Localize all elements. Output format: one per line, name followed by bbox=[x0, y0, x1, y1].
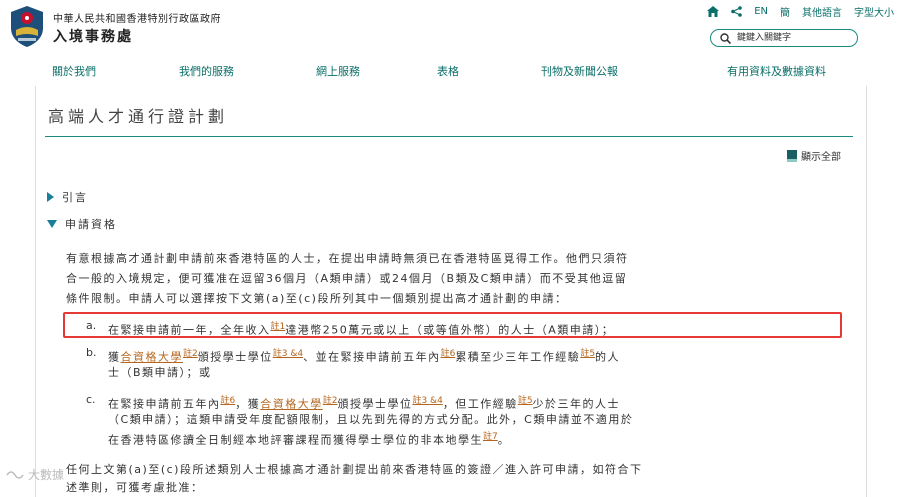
footnote-link[interactable]: 註7 bbox=[483, 432, 498, 442]
intro-paragraph-line: 有意根據高才通計劃申請前來香港特區的人士，在提出申請時無須已在香港特區覓得工作。… bbox=[66, 252, 629, 265]
page-title: 高端人才通行證計劃 bbox=[48, 107, 229, 126]
search-icon bbox=[720, 33, 731, 44]
top-utility-links: EN 簡 其他語言 字型大小 bbox=[707, 4, 894, 19]
closing-paragraph-line: 任何上文第(a)至(c)段所述類別人士根據高才通計劃提出前來香港特區的簽證／進入… bbox=[66, 463, 643, 476]
item-b-text-line2: 士（B類申請）；或 bbox=[108, 366, 212, 379]
item-c-text-line2: （C類申請）；這類申請受年度配額限制，且以先到先得的方式分配。此外，C類申請並不… bbox=[108, 413, 634, 426]
content-frame-right bbox=[866, 86, 867, 497]
lang-sc-link[interactable]: 簡 bbox=[780, 4, 790, 19]
show-all-toggle[interactable]: 顯示全部 bbox=[787, 148, 841, 163]
section-intro[interactable]: 引言 bbox=[47, 189, 88, 205]
item-b-text-part: 頒授學士學位 bbox=[197, 350, 273, 364]
nav-publications-press[interactable]: 刊物及新聞公報 bbox=[541, 63, 618, 79]
item-c-text-part: 在緊接申請前五年內 bbox=[108, 397, 221, 411]
item-c-marker: c. bbox=[86, 393, 96, 406]
expand-all-icon bbox=[787, 149, 797, 162]
item-b-text-part: 獲 bbox=[108, 350, 121, 364]
other-language-link[interactable]: 其他語言 bbox=[802, 4, 842, 19]
intro-paragraph-line: 合一般的入境規定，便可獲准在逗留36個月（A類申請）或24個月（B類及C類申請）… bbox=[66, 272, 628, 285]
footnote-link[interactable]: 註1 bbox=[271, 322, 286, 332]
footnote-link[interactable]: 註3 &4 bbox=[412, 396, 442, 406]
nav-e-services[interactable]: 網上服務 bbox=[316, 63, 360, 79]
item-c-text-part: 頒授學士學位 bbox=[337, 397, 413, 411]
footnote-link[interactable]: 註5 bbox=[518, 396, 533, 406]
site-header: 中華人民共和國香港特別行政區政府 入境事務處 EN 簡 其他語言 字型大小 bbox=[0, 0, 900, 58]
nav-forms[interactable]: 表格 bbox=[437, 63, 459, 79]
item-b-text-part: 、並在緊接申請前五年內 bbox=[303, 350, 441, 364]
footnote-link[interactable]: 註6 bbox=[221, 396, 236, 406]
qualified-university-link[interactable]: 合資格大學 bbox=[260, 398, 323, 411]
home-icon[interactable] bbox=[707, 6, 720, 17]
main-nav: 關於我們 我們的服務 網上服務 表格 刊物及新聞公報 有用資料及數據資料 bbox=[0, 58, 900, 84]
government-name: 中華人民共和國香港特別行政區政府 bbox=[53, 14, 221, 25]
search-box[interactable] bbox=[710, 29, 858, 47]
section-eligibility-label: 申請資格 bbox=[65, 218, 117, 231]
item-b-text: 獲合資格大學註2頒授學士學位註3 &4、並在緊接申請前五年內註6累積至少三年工作… bbox=[108, 346, 620, 365]
content-frame-left bbox=[35, 86, 36, 497]
item-b-text-part: 的人 bbox=[595, 350, 621, 364]
collapsed-arrow-icon bbox=[47, 192, 54, 202]
immd-emblem-icon[interactable] bbox=[8, 4, 46, 48]
footnote-link[interactable]: 註2 bbox=[323, 396, 338, 406]
item-b-text-part: 累積至少三年工作經驗 bbox=[455, 350, 581, 364]
expanded-arrow-icon bbox=[47, 220, 57, 228]
item-a-marker: a. bbox=[86, 319, 97, 332]
watermark-logo-icon bbox=[6, 470, 24, 479]
item-b-marker: b. bbox=[86, 346, 97, 359]
nav-useful-info-statistics[interactable]: 有用資料及數據資料 bbox=[727, 63, 826, 79]
item-c-text: 在緊接申請前五年內註6，獲合資格大學註2頒授學士學位註3 &4，但工作經驗註5少… bbox=[108, 393, 620, 412]
item-c-text-part: ，但工作經驗 bbox=[442, 397, 518, 411]
nav-about-us[interactable]: 關於我們 bbox=[52, 63, 96, 79]
show-all-label: 顯示全部 bbox=[801, 152, 841, 163]
section-intro-label: 引言 bbox=[62, 191, 88, 204]
footnote-link[interactable]: 註5 bbox=[580, 349, 595, 359]
title-divider bbox=[45, 136, 853, 137]
lang-en-link[interactable]: EN bbox=[754, 6, 768, 17]
item-a-text-part: 達港幣250萬元或以上（或等值外幣）的人士（A類申請）； bbox=[285, 323, 615, 337]
section-eligibility[interactable]: 申請資格 bbox=[47, 216, 117, 232]
item-c-text-part: 少於三年的人士 bbox=[532, 397, 621, 411]
font-size-link[interactable]: 字型大小 bbox=[854, 4, 894, 19]
nav-our-services[interactable]: 我們的服務 bbox=[179, 63, 234, 79]
department-name[interactable]: 入境事務處 bbox=[53, 26, 133, 46]
item-a-text: 在緊接申請前一年，全年收入註1達港幣250萬元或以上（或等值外幣）的人士（A類申… bbox=[108, 319, 614, 338]
item-c-text-part: 。 bbox=[497, 433, 511, 447]
item-c-text-line3: 在香港特區修讀全日制經本地評審課程而獲得學士學位的非本地學生註7。 bbox=[108, 429, 510, 448]
watermark: 大數據 bbox=[6, 466, 64, 483]
item-c-text-part: ，獲 bbox=[235, 397, 261, 411]
closing-paragraph-line: 述準則，可獲考慮批准： bbox=[66, 481, 204, 494]
item-a-text-part: 在緊接申請前一年，全年收入 bbox=[108, 323, 271, 337]
watermark-text: 大數據 bbox=[28, 468, 65, 482]
qualified-university-link[interactable]: 合資格大學 bbox=[121, 351, 184, 364]
intro-paragraph-line: 條件限制。申請人可以選擇按下文第(a)至(c)段所列其中一個類別提出高才通計劃的… bbox=[66, 292, 568, 305]
search-input[interactable] bbox=[737, 31, 852, 45]
footnote-link[interactable]: 註3 &4 bbox=[273, 349, 303, 359]
item-c-text-part: 在香港特區修讀全日制經本地評審課程而獲得學士學位的非本地學生 bbox=[108, 433, 483, 447]
footnote-link[interactable]: 註6 bbox=[441, 349, 456, 359]
share-icon[interactable] bbox=[731, 6, 742, 17]
footnote-link[interactable]: 註2 bbox=[183, 349, 198, 359]
